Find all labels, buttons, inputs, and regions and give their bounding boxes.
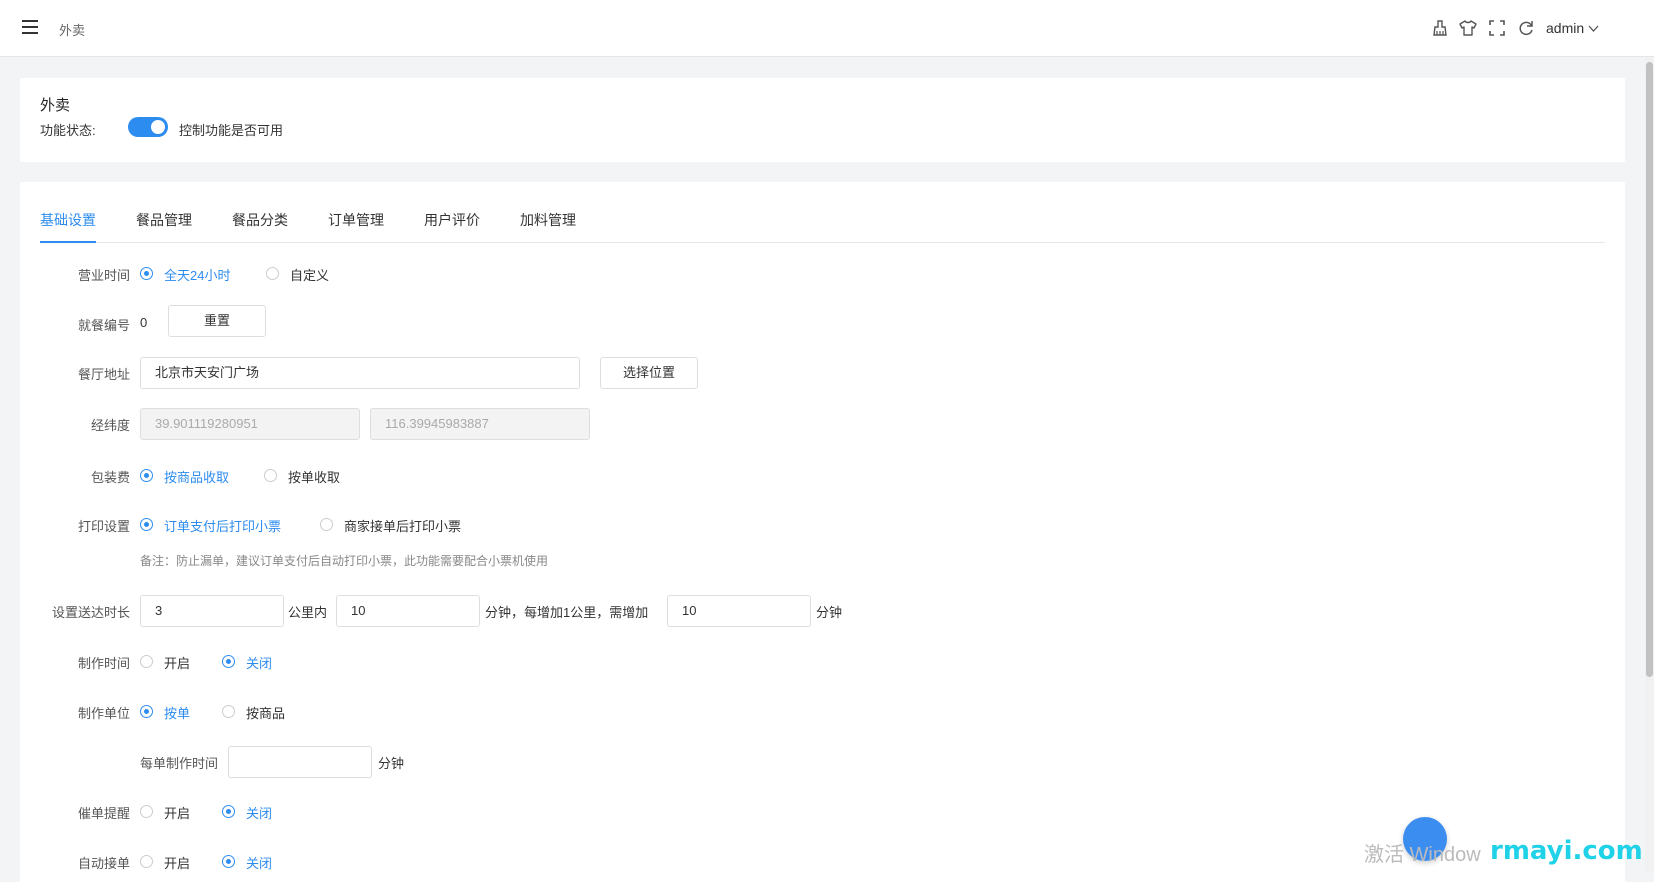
print-after-pay-radio[interactable]: [140, 518, 153, 531]
breadcrumb[interactable]: 外卖: [59, 20, 85, 39]
delivery-distance-input[interactable]: 3: [140, 595, 284, 627]
print-note: 备注：防止漏单，建议订单支付后自动打印小票，此功能需要配合小票机使用: [140, 554, 549, 568]
reminder-off-label[interactable]: 关闭: [246, 803, 272, 822]
print-after-pay-label[interactable]: 订单支付后打印小票: [164, 516, 281, 535]
username: admin: [1546, 20, 1585, 36]
make-unit-order-radio[interactable]: [140, 705, 153, 718]
delivery-unit-minutes: 分钟: [816, 605, 843, 620]
packing-by-order-label[interactable]: 按单收取: [288, 467, 340, 486]
longitude-input[interactable]: 116.39945983887: [370, 408, 590, 440]
delivery-label: 设置送达时长: [51, 605, 130, 620]
chevron-down-icon: [1588, 20, 1599, 36]
print-after-accept-label[interactable]: 商家接单后打印小票: [344, 516, 461, 535]
packing-by-item-radio[interactable]: [140, 469, 153, 482]
user-menu[interactable]: admin: [1546, 20, 1599, 36]
status-label: 功能状态:: [40, 123, 96, 138]
make-time-off-radio[interactable]: [222, 655, 235, 668]
tab-dish-management[interactable]: 餐品管理: [136, 210, 192, 241]
auto-accept-on-radio[interactable]: [140, 855, 153, 868]
packing-fee-label: 包装费: [90, 470, 130, 485]
make-unit-label: 制作单位: [77, 706, 130, 721]
auto-accept-on-label[interactable]: 开启: [164, 853, 190, 872]
auto-accept-label: 自动接单: [77, 856, 130, 871]
reminder-on-label[interactable]: 开启: [164, 803, 190, 822]
top-bar: 外卖 admin: [0, 0, 1654, 57]
address-label: 餐厅地址: [77, 367, 130, 382]
per-order-time-input[interactable]: [228, 746, 372, 778]
feature-title: 外卖: [40, 97, 71, 114]
reminder-off-radio[interactable]: [222, 805, 235, 818]
status-switch[interactable]: [128, 117, 168, 137]
business-hours-24h-radio[interactable]: [140, 267, 153, 280]
delivery-base-minutes-input[interactable]: 10: [336, 595, 480, 627]
make-time-on-label[interactable]: 开启: [164, 653, 190, 672]
make-time-on-radio[interactable]: [140, 655, 153, 668]
business-hours-24h-label[interactable]: 全天24小时: [164, 265, 230, 284]
meal-number-label: 就餐编号: [77, 318, 130, 333]
per-order-time-label: 每单制作时间: [140, 756, 219, 771]
latitude-input[interactable]: 39.901119280951: [140, 408, 360, 440]
feature-card: 外卖 功能状态: 控制功能是否可用: [20, 78, 1625, 162]
refresh-icon[interactable]: [1517, 19, 1535, 37]
clear-cache-icon[interactable]: [1431, 19, 1449, 37]
meal-number-value: 0: [140, 315, 148, 330]
tab-addon-management[interactable]: 加料管理: [520, 210, 576, 241]
delivery-unit-km: 公里内: [288, 605, 328, 620]
make-unit-item-label[interactable]: 按商品: [246, 703, 285, 722]
per-order-time-unit: 分钟: [378, 756, 405, 771]
reminder-label: 催单提醒: [77, 806, 130, 821]
auto-accept-off-label[interactable]: 关闭: [246, 853, 272, 872]
tab-basic-settings[interactable]: 基础设置: [40, 210, 96, 243]
print-label: 打印设置: [77, 519, 130, 534]
auto-accept-off-radio[interactable]: [222, 855, 235, 868]
status-desc: 控制功能是否可用: [179, 123, 284, 138]
tab-bar: 基础设置 餐品管理 餐品分类 订单管理 用户评价 加料管理: [40, 210, 1605, 243]
address-input[interactable]: 北京市天安门广场: [140, 357, 580, 389]
business-hours-custom-radio[interactable]: [266, 267, 279, 280]
watermark-brand: rmayi.com: [1490, 836, 1643, 866]
packing-by-item-label[interactable]: 按商品收取: [164, 467, 229, 486]
make-time-off-label[interactable]: 关闭: [246, 653, 272, 672]
make-time-label: 制作时间: [77, 656, 130, 671]
print-after-accept-radio[interactable]: [320, 518, 333, 531]
tab-order-management[interactable]: 订单管理: [328, 210, 384, 241]
tab-user-reviews[interactable]: 用户评价: [424, 210, 480, 241]
watermark-text: 激活 Window: [1364, 844, 1481, 866]
make-unit-order-label[interactable]: 按单: [164, 703, 190, 722]
scrollbar-thumb[interactable]: [1646, 62, 1653, 677]
business-hours-custom-label[interactable]: 自定义: [290, 265, 329, 284]
menu-toggle-icon[interactable]: [22, 20, 38, 34]
fullscreen-icon[interactable]: [1488, 19, 1506, 37]
theme-shirt-icon[interactable]: [1459, 19, 1477, 37]
choose-location-button[interactable]: 选择位置: [600, 357, 698, 389]
settings-card: 基础设置 餐品管理 餐品分类 订单管理 用户评价 加料管理 营业时间 全天24小…: [20, 182, 1625, 882]
delivery-mid-text: 分钟，每增加1公里，需增加: [485, 605, 649, 620]
reminder-on-radio[interactable]: [140, 805, 153, 818]
make-unit-item-radio[interactable]: [222, 705, 235, 718]
delivery-extra-minutes-input[interactable]: 10: [667, 595, 811, 627]
coords-label: 经纬度: [90, 418, 130, 433]
reset-button[interactable]: 重置: [168, 305, 266, 337]
business-hours-label: 营业时间: [77, 268, 130, 283]
packing-by-order-radio[interactable]: [264, 469, 277, 482]
tab-dish-category[interactable]: 餐品分类: [232, 210, 288, 241]
